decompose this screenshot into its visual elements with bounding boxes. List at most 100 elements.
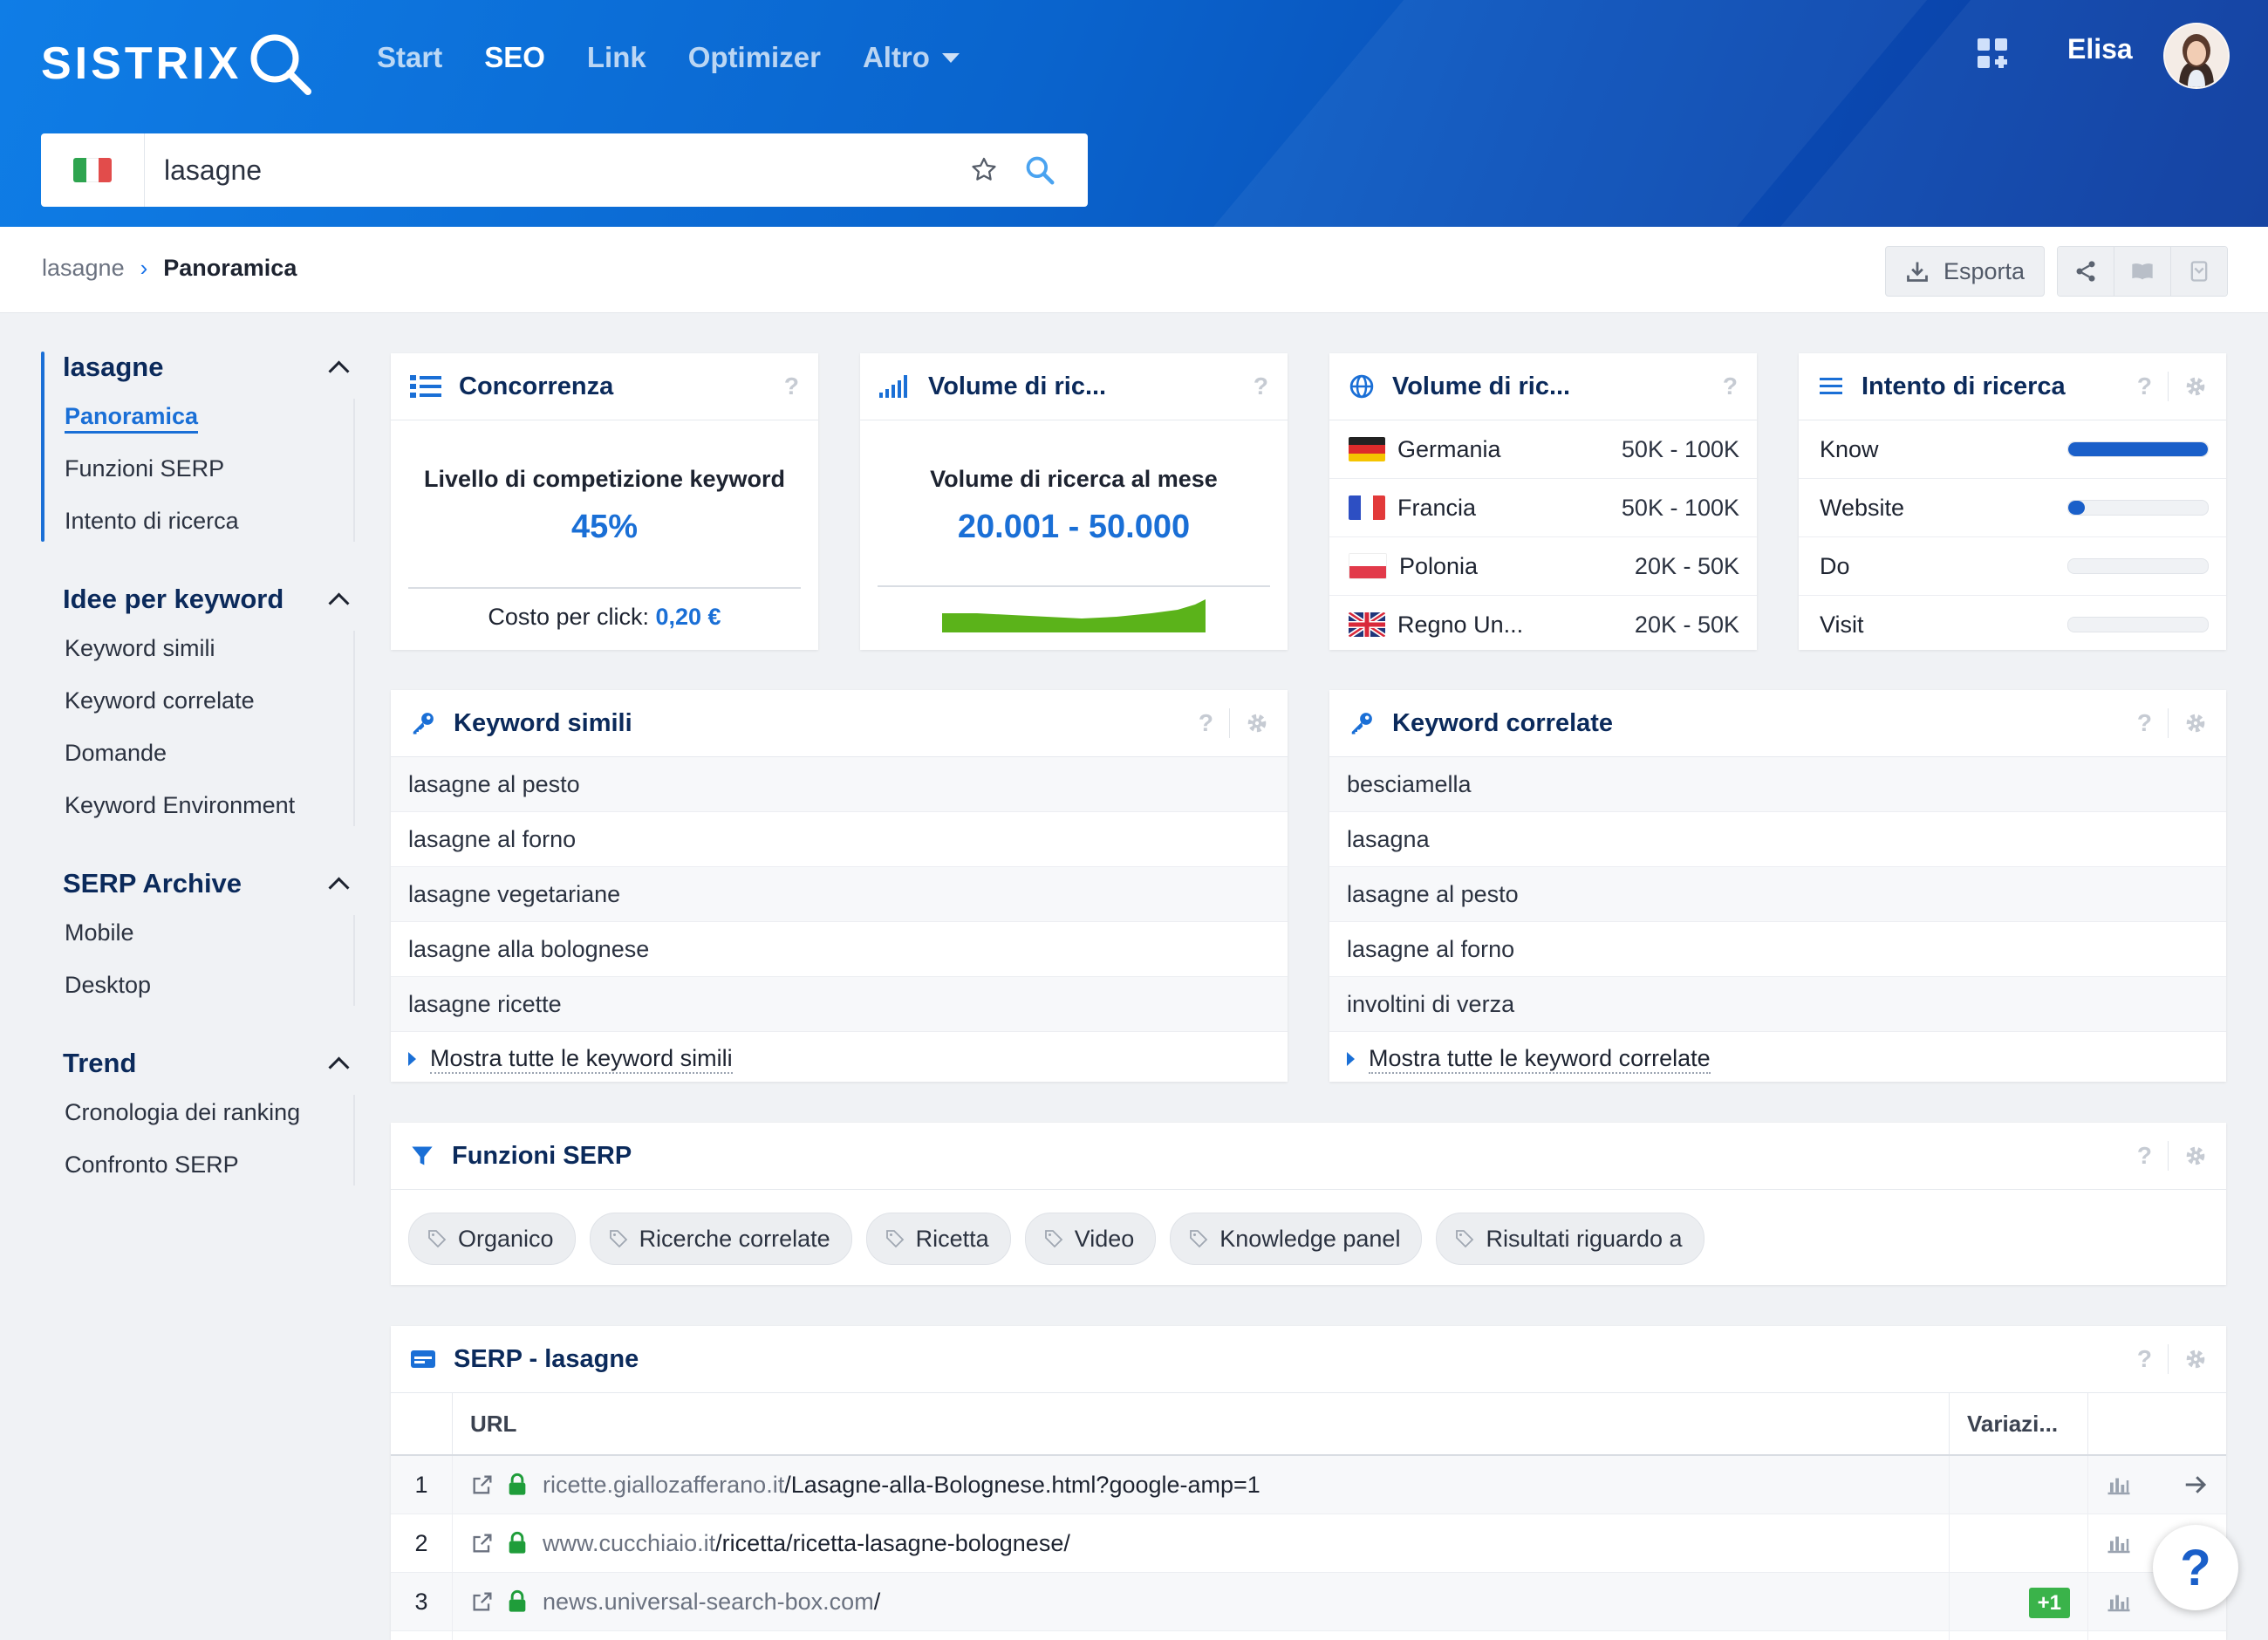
list-item[interactable]: lasagne al forno xyxy=(1329,922,2226,977)
url-path[interactable]: /ricetta/ricetta-lasagne-bolognese/ xyxy=(715,1530,1070,1556)
gear-icon[interactable] xyxy=(1246,712,1268,735)
gear-icon[interactable] xyxy=(2184,1348,2207,1370)
help-icon[interactable]: ? xyxy=(2137,709,2152,737)
tag-icon xyxy=(428,1230,447,1248)
bar-chart-icon[interactable] xyxy=(2106,1590,2132,1613)
external-link-icon[interactable] xyxy=(470,1473,495,1497)
show-all-similar-link[interactable]: Mostra tutte le keyword simili xyxy=(391,1032,1288,1086)
list-item[interactable]: lasagne alla bolognese xyxy=(391,922,1288,977)
docs-button[interactable] xyxy=(2114,247,2171,296)
help-icon[interactable]: ? xyxy=(1723,372,1738,400)
col-change[interactable]: Variazi... xyxy=(1949,1392,2088,1456)
card-header: SERP - lasagne ? xyxy=(391,1326,2226,1392)
url-domain[interactable]: news.universal-search-box.com xyxy=(543,1589,874,1615)
uk-flag-icon xyxy=(1349,612,1385,637)
bar-chart-icon[interactable] xyxy=(2106,1532,2132,1555)
col-url[interactable]: URL xyxy=(452,1392,1950,1456)
sidebar-item-desktop[interactable]: Desktop xyxy=(41,959,355,1011)
user-avatar-icon xyxy=(2165,24,2228,87)
search-icon[interactable] xyxy=(1023,154,1056,187)
url-domain[interactable]: ricette.giallozafferano.it xyxy=(543,1472,784,1498)
search-input[interactable] xyxy=(145,153,969,188)
list-item[interactable]: lasagne ricette xyxy=(391,977,1288,1032)
export-button[interactable]: Esporta xyxy=(1884,246,2045,297)
sidebar-item-intento[interactable]: Intento di ricerca xyxy=(41,495,355,547)
sidebar-item-label: Panoramica xyxy=(65,403,199,434)
help-button[interactable]: ? xyxy=(2153,1525,2238,1610)
gear-icon[interactable] xyxy=(2184,375,2207,398)
arrow-right-icon[interactable] xyxy=(2183,1473,2209,1496)
sidebar-item-mobile[interactable]: Mobile xyxy=(41,906,355,959)
col-actions xyxy=(2087,1392,2226,1456)
sidebar-item-confronto-serp[interactable]: Confronto SERP xyxy=(41,1138,355,1191)
nav-link[interactable]: Link xyxy=(566,35,667,80)
lock-icon xyxy=(509,1473,525,1495)
chevron-up-icon xyxy=(328,1056,350,1078)
sidebar-item-funzioni-serp[interactable]: Funzioni SERP xyxy=(41,442,355,495)
help-icon[interactable]: ? xyxy=(2137,372,2152,400)
sidebar-item-keyword-correlate[interactable]: Keyword correlate xyxy=(41,674,355,727)
share-button[interactable] xyxy=(2058,247,2114,296)
card-title: Funzioni SERP xyxy=(452,1141,632,1170)
cpc-value: 0,20 € xyxy=(655,604,721,630)
help-icon[interactable]: ? xyxy=(784,372,799,400)
sidebar-item-cronologia[interactable]: Cronologia dei ranking xyxy=(41,1086,355,1138)
help-icon[interactable]: ? xyxy=(1199,709,1213,737)
sistrix-logo[interactable]: SISTRIX xyxy=(41,24,313,103)
list-item[interactable]: lasagna xyxy=(1329,812,2226,867)
url-domain[interactable]: www.cucchiaio.it xyxy=(543,1530,715,1556)
card-header: Volume di ric... ? xyxy=(1329,353,1757,420)
chip-ricerche-correlate[interactable]: Ricerche correlate xyxy=(589,1213,852,1265)
filter-icon xyxy=(412,1146,433,1165)
avatar[interactable] xyxy=(2163,23,2230,89)
chip-video[interactable]: Video xyxy=(1024,1213,1157,1265)
nav-altro[interactable]: Altro xyxy=(842,35,980,80)
search-volume-card: Volume di ric... ? Volume di ricerca al … xyxy=(860,353,1288,650)
url-path[interactable]: / xyxy=(874,1589,881,1615)
external-link-icon[interactable] xyxy=(470,1531,495,1555)
sidebar-item-keyword-environment[interactable]: Keyword Environment xyxy=(41,779,355,831)
sidebar-item-panoramica[interactable]: Panoramica xyxy=(41,390,355,442)
sidebar-section-header[interactable]: Idee per keyword xyxy=(41,577,355,622)
chip-risultati-riguardo[interactable]: Risultati riguardo a xyxy=(1436,1213,1704,1265)
user-name[interactable]: Elisa xyxy=(2067,33,2133,65)
sidebar-item-domande[interactable]: Domande xyxy=(41,727,355,779)
nav-optimizer[interactable]: Optimizer xyxy=(667,35,842,80)
list-item[interactable]: lasagne vegetariane xyxy=(391,867,1288,922)
list-item[interactable]: lasagne al forno xyxy=(391,812,1288,867)
show-all-related-link[interactable]: Mostra tutte le keyword correlate xyxy=(1329,1032,2226,1086)
list-item[interactable]: besciamella xyxy=(1329,757,2226,812)
sidebar-section-header[interactable]: SERP Archive xyxy=(41,861,355,906)
link-label: Mostra tutte le keyword simili xyxy=(430,1045,733,1074)
sidebar-item-keyword-simili[interactable]: Keyword simili xyxy=(41,622,355,674)
sidebar-section-header[interactable]: Trend xyxy=(41,1041,355,1086)
tag-icon xyxy=(885,1230,904,1248)
bar-chart-icon[interactable] xyxy=(2106,1473,2132,1496)
gear-icon[interactable] xyxy=(2184,1145,2207,1167)
chip-label: Ricerche correlate xyxy=(639,1225,830,1252)
list-item[interactable]: involtini di verza xyxy=(1329,977,2226,1032)
breadcrumb-current: Panoramica xyxy=(163,255,297,281)
help-icon[interactable]: ? xyxy=(2137,1345,2152,1373)
help-icon[interactable]: ? xyxy=(1254,372,1268,400)
bookmark-button[interactable] xyxy=(2171,247,2227,296)
sidebar-section-header[interactable]: lasagne xyxy=(41,345,355,390)
sidebar-section-trend: Trend Cronologia dei ranking Confronto S… xyxy=(41,1041,355,1191)
url-path[interactable]: /Lasagne-alla-Bolognese.html?google-amp=… xyxy=(784,1472,1260,1498)
apps-grid-icon[interactable] xyxy=(1976,37,2009,70)
external-link-icon[interactable] xyxy=(470,1589,495,1614)
nav-seo[interactable]: SEO xyxy=(463,35,566,80)
list-item[interactable]: lasagne al pesto xyxy=(1329,867,2226,922)
chip-organico[interactable]: Organico xyxy=(408,1213,576,1265)
chip-knowledge-panel[interactable]: Knowledge panel xyxy=(1170,1213,1423,1265)
list-item[interactable]: lasagne al pesto xyxy=(391,757,1288,812)
related-keyword-list: besciamella lasagna lasagne al pesto las… xyxy=(1329,757,2226,1032)
country-selector[interactable] xyxy=(41,133,145,207)
sidebar-item-label: Desktop xyxy=(65,972,152,998)
breadcrumb-root[interactable]: lasagne xyxy=(42,255,125,282)
help-icon[interactable]: ? xyxy=(2137,1142,2152,1170)
star-icon[interactable] xyxy=(969,155,999,185)
chip-ricetta[interactable]: Ricetta xyxy=(865,1213,1011,1265)
gear-icon[interactable] xyxy=(2184,712,2207,735)
nav-start[interactable]: Start xyxy=(356,35,463,80)
